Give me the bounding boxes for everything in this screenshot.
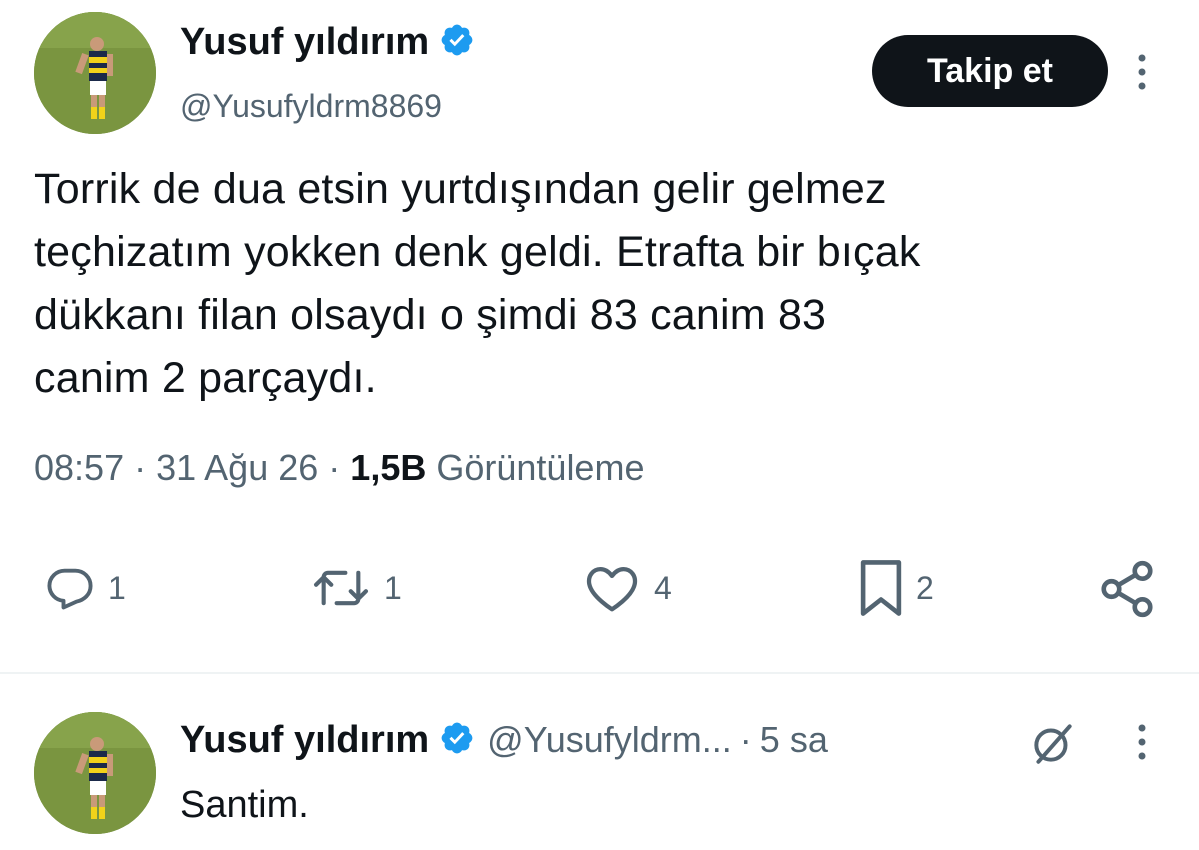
separator-dot: · xyxy=(134,447,157,488)
grok-icon[interactable] xyxy=(1028,718,1078,768)
reply-author-handle[interactable]: @Yusufyldrm... xyxy=(487,720,732,760)
divider xyxy=(0,672,1199,674)
reply-age[interactable]: 5 sa xyxy=(760,720,828,760)
more-vertical-icon[interactable] xyxy=(1130,718,1154,766)
bookmark-count: 2 xyxy=(916,569,934,606)
views-label: Görüntüleme xyxy=(436,447,645,488)
reply-icon xyxy=(47,568,93,610)
repost-button[interactable]: 1 xyxy=(310,562,402,614)
tweet-date[interactable]: 31 Ağu 26 xyxy=(156,447,318,488)
tweet-meta: 08:57 · 31 Ağu 26 · 1,5B Görüntüleme xyxy=(34,446,644,490)
author-handle[interactable]: @Yusufyldrm8869 xyxy=(180,86,442,126)
tweet-text-line: Torrik de dua etsin yurtdışından gelir g… xyxy=(34,165,887,213)
like-button[interactable]: 4 xyxy=(582,562,672,614)
bookmark-button[interactable]: 2 xyxy=(858,556,934,620)
follow-button[interactable]: Takip et xyxy=(872,35,1108,107)
bookmark-icon xyxy=(860,560,902,616)
tweet-time[interactable]: 08:57 xyxy=(34,447,124,488)
like-count: 4 xyxy=(654,569,672,606)
separator-dot: · xyxy=(739,719,752,760)
repost-count: 1 xyxy=(384,569,402,606)
reply-button[interactable]: 1 xyxy=(44,562,126,614)
author-avatar[interactable] xyxy=(34,12,156,134)
reply-text: Santim. xyxy=(180,784,309,826)
share-button[interactable] xyxy=(1096,558,1158,620)
tweet-text-line: canim 2 parçaydı. xyxy=(34,354,377,402)
share-icon xyxy=(1101,560,1153,618)
verified-badge-icon xyxy=(439,720,475,761)
verified-badge-icon xyxy=(439,22,475,63)
reply-author-avatar[interactable] xyxy=(34,712,156,834)
repost-icon xyxy=(314,570,368,606)
author-name[interactable]: Yusuf yıldırım xyxy=(180,20,429,64)
separator-dot: · xyxy=(328,447,351,488)
heart-icon xyxy=(586,566,638,612)
tweet-text-line: teçhizatım yokken denk geldi. Etrafta bi… xyxy=(34,228,921,276)
more-vertical-icon[interactable] xyxy=(1130,48,1154,96)
tweet-text: Torrik de dua etsin yurtdışından gelir g… xyxy=(34,158,1174,410)
reply-author-name[interactable]: Yusuf yıldırım xyxy=(180,718,429,762)
views-count: 1,5B xyxy=(350,447,427,488)
reply-count: 1 xyxy=(108,569,126,606)
tweet-text-line: dükkanı filan olsaydı o şimdi 83 canim 8… xyxy=(34,291,827,339)
